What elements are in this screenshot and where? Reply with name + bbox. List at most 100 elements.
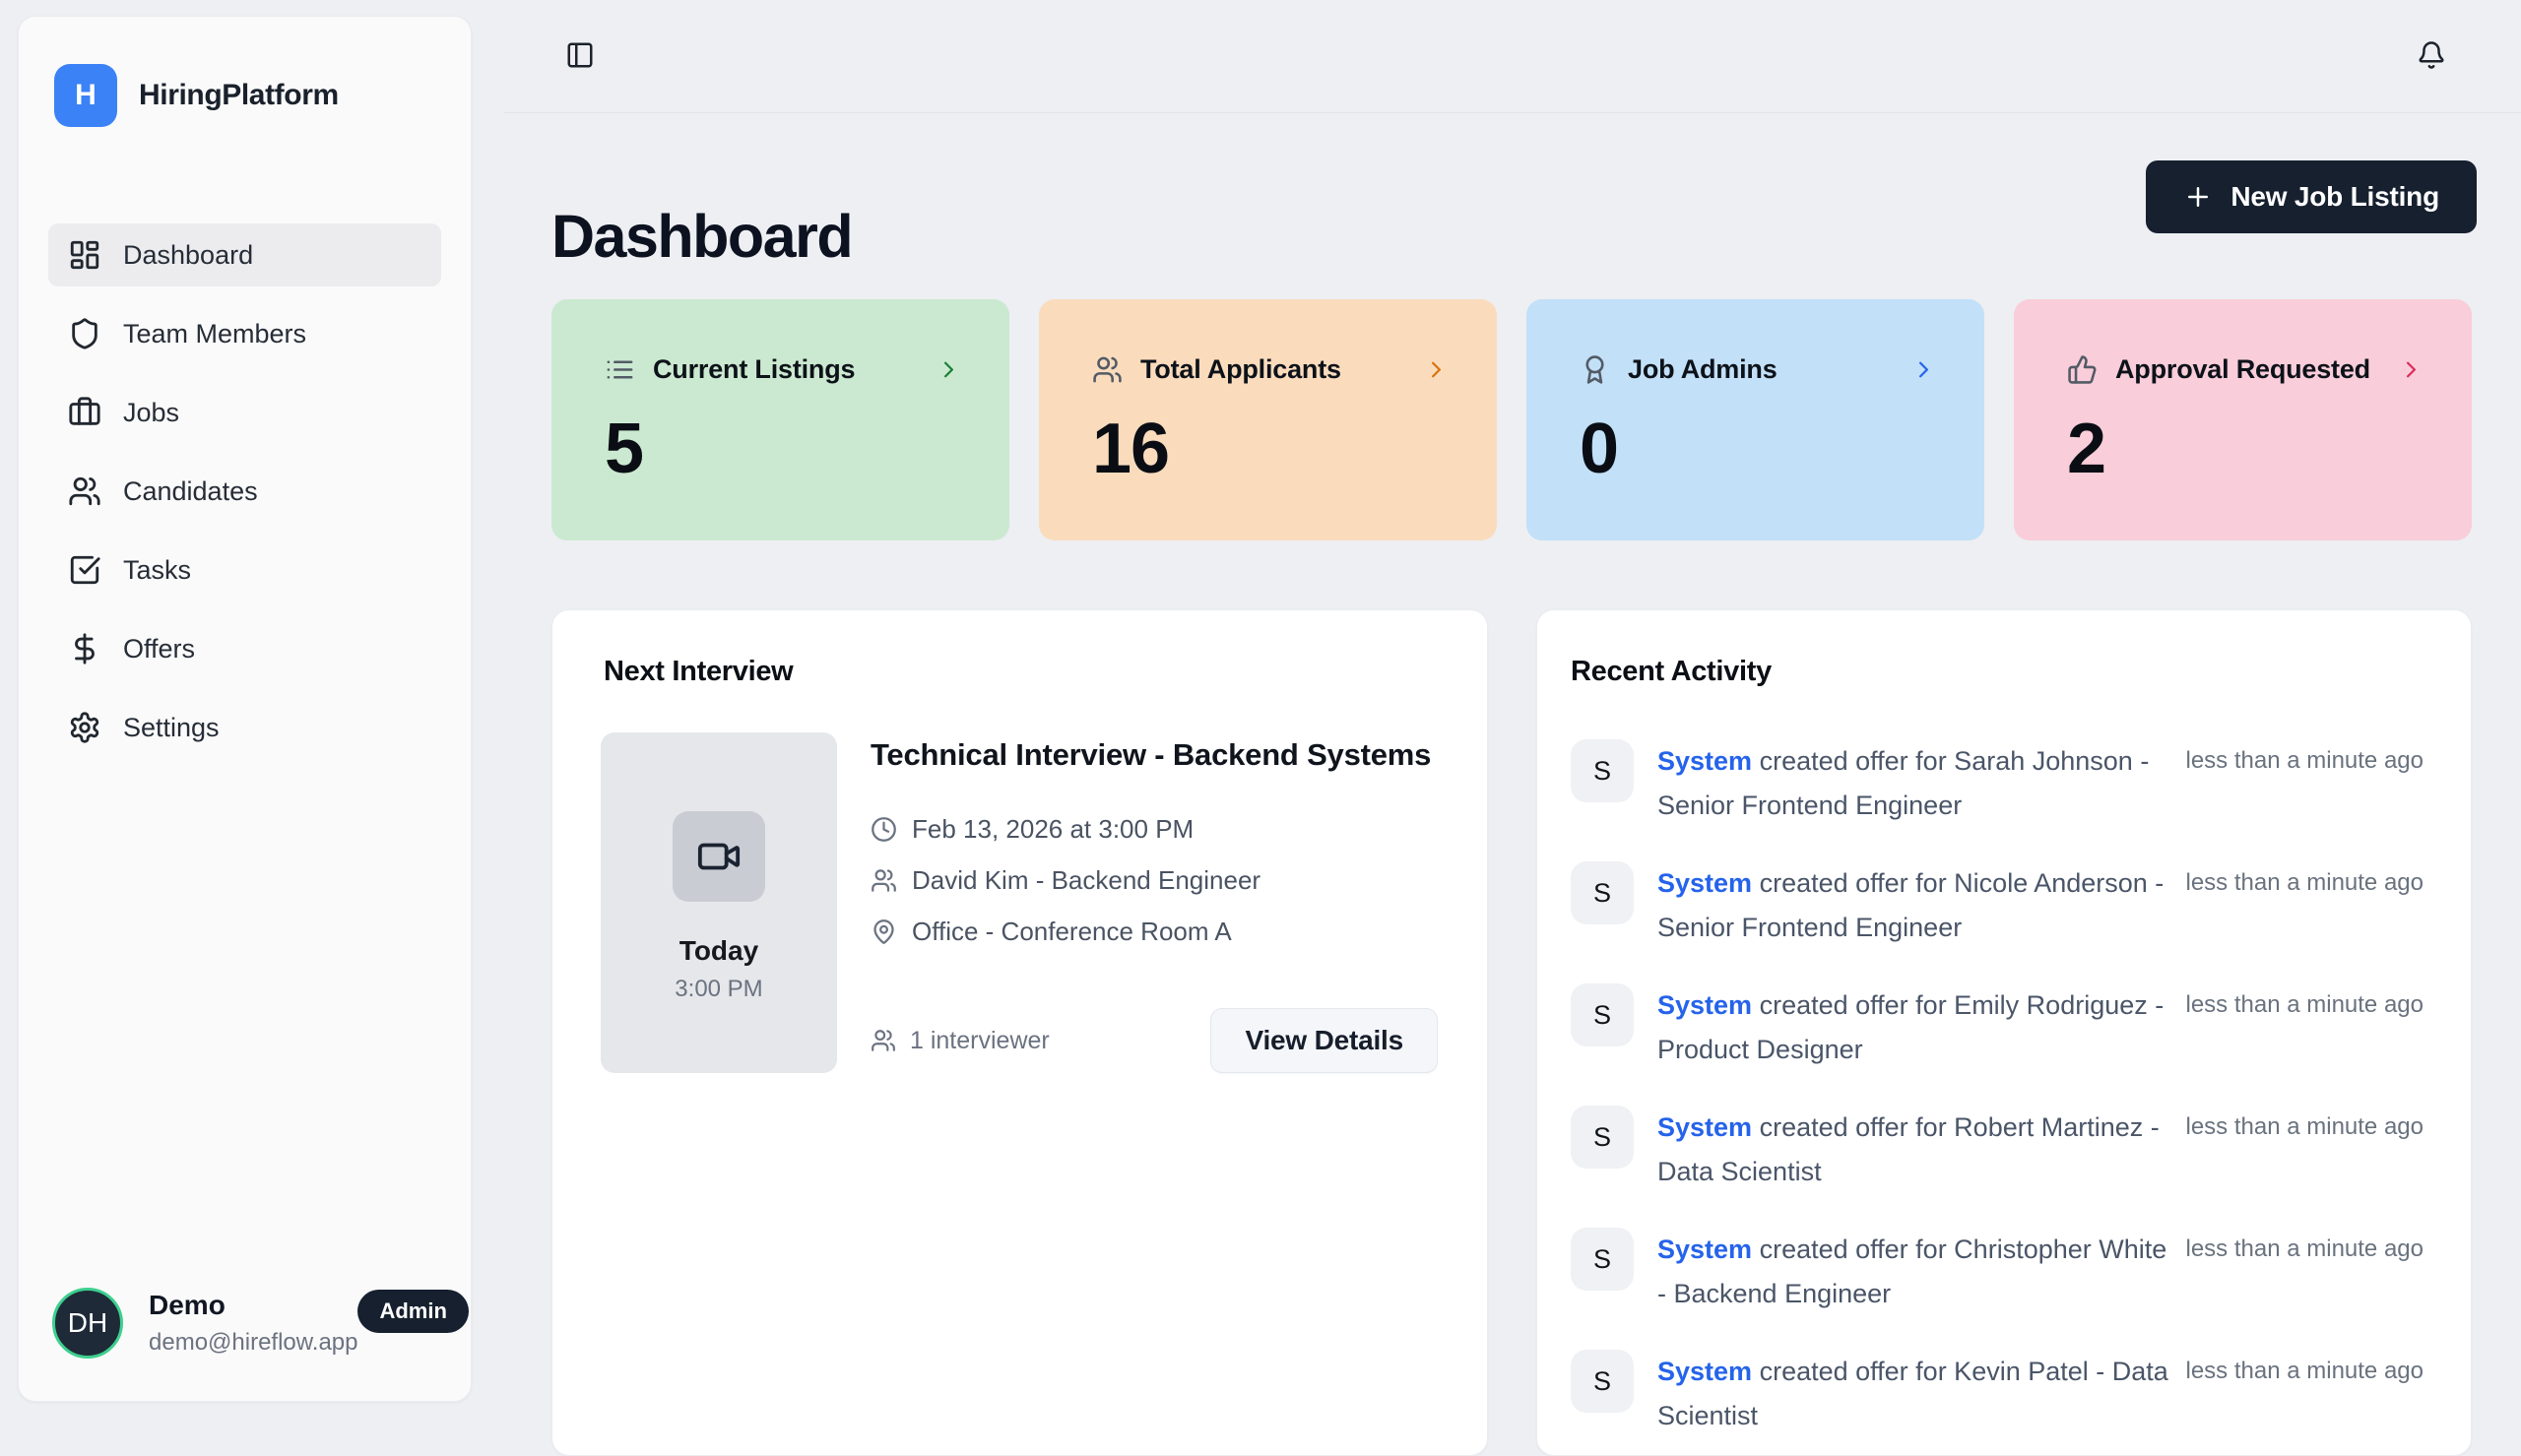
stat-head: Job Admins xyxy=(1580,354,1937,385)
users-icon xyxy=(1092,354,1123,385)
view-details-button[interactable]: View Details xyxy=(1210,1008,1438,1073)
activity-text: System created offer for Kevin Patel - D… xyxy=(1657,1350,2169,1438)
interview-time: 3:00 PM xyxy=(675,976,762,1003)
stat-card-current-listings[interactable]: Current Listings 5 xyxy=(551,299,1009,540)
activity-actor: System xyxy=(1657,990,1752,1020)
notifications-button[interactable] xyxy=(2417,39,2448,71)
app-logo: H xyxy=(54,64,117,127)
sidebar-item-jobs[interactable]: Jobs xyxy=(48,381,441,444)
interview-details: Technical Interview - Backend Systems Fe… xyxy=(871,730,1436,947)
sidebar: H HiringPlatform Dashboard Team Members … xyxy=(18,16,472,1402)
user-name: Demo xyxy=(149,1290,357,1321)
clock-icon xyxy=(871,816,897,843)
activity-actor: System xyxy=(1657,1234,1752,1264)
role-badge: Admin xyxy=(357,1290,468,1333)
interview-datetime: Feb 13, 2026 at 3:00 PM xyxy=(912,814,1194,845)
gear-icon xyxy=(68,711,101,744)
stat-label: Current Listings xyxy=(653,354,855,385)
briefcase-icon xyxy=(68,396,101,429)
stat-value: 0 xyxy=(1580,413,1618,484)
layout-grid-icon xyxy=(68,238,101,272)
sidebar-item-label: Offers xyxy=(123,634,195,665)
sidebar-item-team-members[interactable]: Team Members xyxy=(48,302,441,365)
sidebar-item-label: Team Members xyxy=(123,319,306,349)
plus-icon xyxy=(2183,182,2213,212)
sidebar-item-label: Dashboard xyxy=(123,240,253,271)
sidebar-item-dashboard[interactable]: Dashboard xyxy=(48,223,441,286)
stat-label: Job Admins xyxy=(1628,354,1778,385)
new-job-listing-label: New Job Listing xyxy=(2230,181,2439,213)
topbar xyxy=(504,0,2521,113)
interview-location-row: Office - Conference Room A xyxy=(871,917,1436,947)
sidebar-item-offers[interactable]: Offers xyxy=(48,617,441,680)
interview-location: Office - Conference Room A xyxy=(912,917,1232,947)
app-logo-row: H HiringPlatform xyxy=(54,64,339,127)
activity-timestamp: less than a minute ago xyxy=(2186,1350,2424,1385)
stat-head: Total Applicants xyxy=(1092,354,1450,385)
activity-avatar: S xyxy=(1571,1228,1634,1291)
stat-head: Approval Requested xyxy=(2067,354,2424,385)
sidebar-item-label: Tasks xyxy=(123,555,191,586)
stat-value: 5 xyxy=(605,413,643,484)
sidebar-item-candidates[interactable]: Candidates xyxy=(48,460,441,523)
activity-timestamp: less than a minute ago xyxy=(2186,983,2424,1019)
chevron-right-icon xyxy=(1910,356,1937,383)
interview-day: Today xyxy=(679,935,758,967)
interview-person: David Kim - Backend Engineer xyxy=(912,865,1260,896)
activity-item[interactable]: S System created offer for Robert Martin… xyxy=(1571,1106,2424,1194)
activity-avatar: S xyxy=(1571,983,1634,1046)
activity-avatar: S xyxy=(1571,861,1634,924)
page-title: Dashboard xyxy=(551,202,852,271)
users-icon xyxy=(68,475,101,508)
user-info: Demo demo@hireflow.app xyxy=(149,1290,357,1357)
activity-item[interactable]: S System created offer for Nicole Anders… xyxy=(1571,861,2424,950)
interview-date-tile: Today 3:00 PM xyxy=(601,732,837,1073)
users-icon xyxy=(871,1028,896,1053)
activity-actor: System xyxy=(1657,1112,1752,1142)
sidebar-nav: Dashboard Team Members Jobs Candidates T… xyxy=(48,223,441,759)
activity-list: S System created offer for Sarah Johnson… xyxy=(1571,739,2424,1438)
stats-row: Current Listings 5 Total Applicants 16 J… xyxy=(551,299,2472,540)
activity-timestamp: less than a minute ago xyxy=(2186,739,2424,775)
stat-value: 2 xyxy=(2067,413,2105,484)
activity-item[interactable]: S System created offer for Emily Rodrigu… xyxy=(1571,983,2424,1072)
interview-event-title: Technical Interview - Backend Systems xyxy=(871,730,1436,779)
activity-item[interactable]: S System created offer for Sarah Johnson… xyxy=(1571,739,2424,828)
stat-card-job-admins[interactable]: Job Admins 0 xyxy=(1526,299,1984,540)
activity-avatar: S xyxy=(1571,739,1634,802)
interviewer-count-label: 1 interviewer xyxy=(910,1027,1050,1055)
activity-text: System created offer for Robert Martinez… xyxy=(1657,1106,2169,1194)
sidebar-item-label: Jobs xyxy=(123,398,179,428)
interviewer-count: 1 interviewer xyxy=(871,1027,1050,1055)
chevron-right-icon xyxy=(1423,356,1450,383)
activity-item[interactable]: S System created offer for Kevin Patel -… xyxy=(1571,1350,2424,1438)
activity-timestamp: less than a minute ago xyxy=(2186,1106,2424,1141)
activity-text: System created offer for Nicole Anderson… xyxy=(1657,861,2169,950)
award-icon xyxy=(1580,354,1610,385)
users-icon xyxy=(871,867,897,894)
activity-timestamp: less than a minute ago xyxy=(2186,861,2424,897)
activity-item[interactable]: S System created offer for Christopher W… xyxy=(1571,1228,2424,1316)
stat-card-approval-requested[interactable]: Approval Requested 2 xyxy=(2014,299,2472,540)
sidebar-item-settings[interactable]: Settings xyxy=(48,696,441,759)
stat-value: 16 xyxy=(1092,413,1169,484)
next-interview-title: Next Interview xyxy=(604,656,793,688)
video-icon xyxy=(696,834,742,879)
interview-person-row: David Kim - Backend Engineer xyxy=(871,865,1436,896)
interview-datetime-row: Feb 13, 2026 at 3:00 PM xyxy=(871,814,1436,845)
activity-timestamp: less than a minute ago xyxy=(2186,1228,2424,1263)
activity-actor: System xyxy=(1657,868,1752,898)
new-job-listing-button[interactable]: New Job Listing xyxy=(2146,160,2477,233)
sidebar-user[interactable]: DH Demo demo@hireflow.app Admin xyxy=(52,1288,447,1359)
activity-actor: System xyxy=(1657,1357,1752,1386)
sidebar-item-label: Candidates xyxy=(123,476,258,507)
sidebar-item-tasks[interactable]: Tasks xyxy=(48,538,441,601)
panel-left-icon xyxy=(565,40,595,70)
user-email: demo@hireflow.app xyxy=(149,1329,357,1357)
activity-text: System created offer for Sarah Johnson -… xyxy=(1657,739,2169,828)
sidebar-toggle-button[interactable] xyxy=(565,39,597,71)
stat-card-total-applicants[interactable]: Total Applicants 16 xyxy=(1039,299,1497,540)
check-square-icon xyxy=(68,553,101,587)
dollar-icon xyxy=(68,632,101,665)
activity-avatar: S xyxy=(1571,1106,1634,1169)
